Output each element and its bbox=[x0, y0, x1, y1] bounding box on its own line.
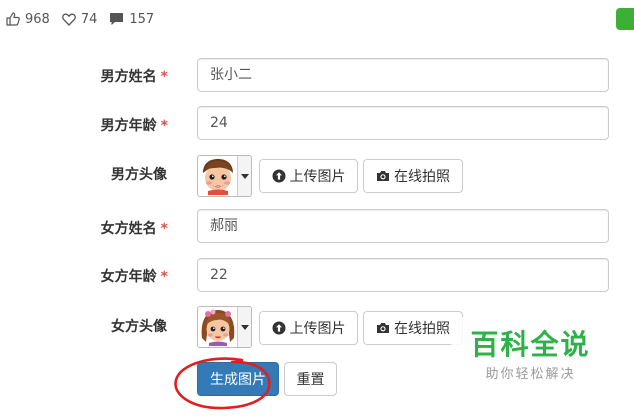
wechat-icon[interactable] bbox=[616, 8, 634, 30]
generate-image-button[interactable]: 生成图片 bbox=[197, 362, 279, 396]
reset-button[interactable]: 重置 bbox=[284, 362, 337, 396]
thumbs-up-icon bbox=[6, 12, 20, 26]
favorite-stat[interactable]: 74 bbox=[61, 11, 98, 27]
like-stat[interactable]: 968 bbox=[6, 12, 50, 27]
required-mark: * bbox=[160, 118, 168, 134]
watermark: 百科全说 助你轻松解决 bbox=[451, 317, 610, 391]
male-avatar-image bbox=[199, 157, 237, 195]
female-name-input[interactable]: 郝丽 bbox=[197, 209, 609, 243]
required-mark: * bbox=[160, 221, 168, 237]
female-upload-button[interactable]: 上传图片 bbox=[259, 311, 358, 345]
male-avatar-select[interactable] bbox=[197, 155, 252, 197]
chevron-down-icon[interactable] bbox=[237, 307, 251, 347]
camera-label: 在线拍照 bbox=[394, 321, 450, 337]
female-avatar-image bbox=[199, 308, 237, 346]
upload-icon bbox=[272, 169, 285, 183]
female-avatar-label: 女方头像 bbox=[111, 319, 167, 335]
comment-stat[interactable]: 157 bbox=[109, 12, 154, 27]
watermark-title: 百科全说 bbox=[470, 328, 591, 361]
male-age-input[interactable]: 24 bbox=[197, 106, 609, 140]
male-avatar-label: 男方头像 bbox=[111, 167, 167, 183]
upload-icon bbox=[272, 321, 285, 335]
male-camera-button[interactable]: 在线拍照 bbox=[363, 159, 463, 193]
male-age-label: 男方年龄 * bbox=[100, 118, 168, 134]
comment-icon bbox=[110, 13, 124, 25]
required-mark: * bbox=[160, 269, 168, 285]
like-count: 968 bbox=[25, 11, 50, 27]
upload-label: 上传图片 bbox=[289, 321, 346, 337]
female-camera-button[interactable]: 在线拍照 bbox=[363, 311, 463, 345]
favorite-count: 74 bbox=[80, 11, 98, 27]
male-name-input[interactable]: 张小二 bbox=[197, 58, 609, 92]
female-age-label: 女方年龄 * bbox=[100, 269, 168, 285]
female-name-label: 女方姓名 * bbox=[100, 221, 168, 237]
comment-count: 157 bbox=[129, 11, 155, 27]
watermark-subtitle: 助你轻松解决 bbox=[485, 367, 576, 382]
heart-icon bbox=[61, 13, 76, 26]
stats-bar: 968 74 157 bbox=[6, 9, 166, 29]
male-upload-button[interactable]: 上传图片 bbox=[259, 159, 358, 193]
camera-icon bbox=[377, 323, 389, 333]
female-avatar-select[interactable] bbox=[197, 306, 252, 348]
camera-icon bbox=[377, 171, 389, 181]
male-name-label: 男方姓名 * bbox=[100, 69, 168, 85]
chevron-down-icon[interactable] bbox=[237, 156, 251, 196]
required-mark: * bbox=[160, 69, 168, 85]
female-age-input[interactable]: 22 bbox=[197, 258, 609, 292]
camera-label: 在线拍照 bbox=[394, 169, 450, 185]
upload-label: 上传图片 bbox=[289, 169, 346, 185]
